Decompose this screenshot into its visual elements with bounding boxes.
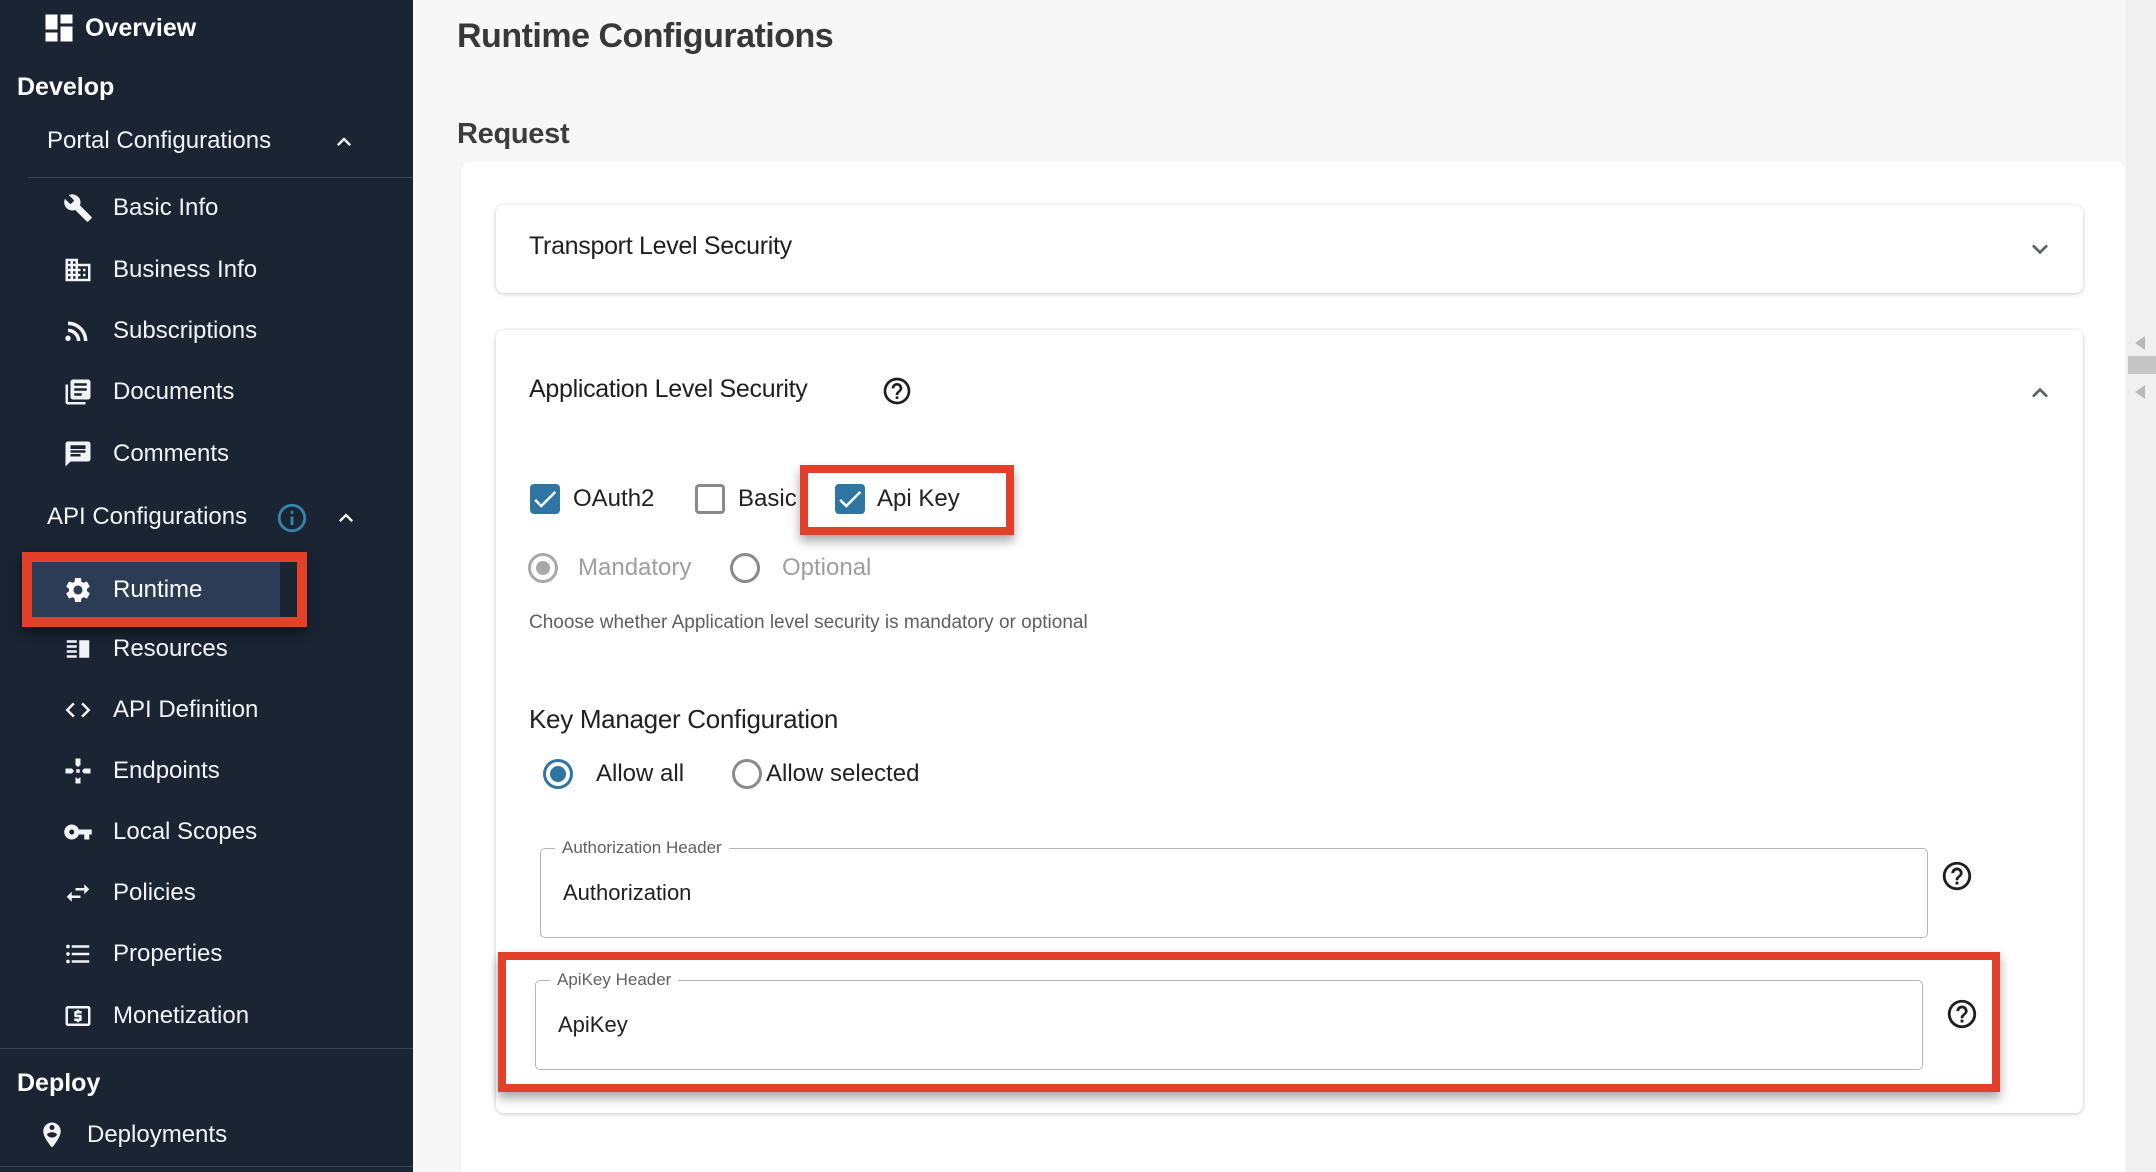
application-level-security-panel: Application Level Security OAuth2 Basic bbox=[496, 330, 2083, 1113]
help-icon[interactable] bbox=[1940, 859, 1974, 893]
portal-configurations-label: Portal Configurations bbox=[47, 127, 271, 155]
runtime-annotation-box: Runtime bbox=[22, 552, 307, 627]
chevron-up-icon[interactable] bbox=[330, 128, 358, 156]
code-icon bbox=[63, 695, 93, 725]
optional-radio[interactable] bbox=[730, 553, 760, 583]
sidebar-divider bbox=[28, 177, 413, 178]
sidebar-divider bbox=[0, 1048, 413, 1049]
basic-checkbox-label[interactable]: Basic bbox=[738, 484, 797, 514]
overview-label: Overview bbox=[85, 14, 196, 43]
sidebar-item-resources[interactable]: Resources bbox=[63, 632, 228, 666]
sidebar-item-business-info[interactable]: Business Info bbox=[63, 253, 257, 287]
request-card: Transport Level Security Application Lev… bbox=[461, 162, 2125, 1172]
mandatory-radio[interactable] bbox=[528, 553, 558, 583]
chevron-up-icon[interactable] bbox=[332, 504, 360, 532]
sidebar-item-local-scopes[interactable]: Local Scopes bbox=[63, 815, 257, 849]
key-icon bbox=[63, 817, 93, 847]
runtime-configurations-page: Overview Develop Portal Configurations B… bbox=[0, 0, 2156, 1172]
money-icon bbox=[63, 1001, 93, 1031]
application-panel-title: Application Level Security bbox=[529, 375, 807, 404]
optional-radio-label[interactable]: Optional bbox=[782, 553, 871, 583]
sidebar-group-portal-configurations[interactable]: Portal Configurations bbox=[0, 125, 413, 159]
sidebar-item-api-definition[interactable]: API Definition bbox=[63, 693, 258, 727]
allow-all-radio[interactable] bbox=[543, 759, 573, 789]
sidebar-item-documents[interactable]: Documents bbox=[63, 375, 234, 409]
request-section-heading: Request bbox=[457, 118, 569, 151]
building-icon bbox=[63, 255, 93, 285]
apikey-header-field-value[interactable]: ApiKey bbox=[558, 1012, 628, 1038]
sidebar-item-overview[interactable]: Overview bbox=[41, 6, 196, 50]
list-icon bbox=[63, 939, 93, 969]
person-pin-icon bbox=[37, 1120, 67, 1150]
sidebar-item-endpoints[interactable]: Endpoints bbox=[63, 754, 220, 788]
sidebar-item-deployments[interactable]: Deployments bbox=[37, 1118, 227, 1152]
info-icon[interactable] bbox=[275, 501, 309, 535]
key-manager-heading: Key Manager Configuration bbox=[529, 704, 838, 735]
api-key-checkbox-label[interactable]: Api Key bbox=[877, 484, 960, 514]
scroll-arrow-icon[interactable] bbox=[2135, 336, 2145, 350]
scrollbar[interactable] bbox=[2126, 0, 2156, 1172]
transport-level-security-panel[interactable]: Transport Level Security bbox=[496, 205, 2083, 293]
sidebar-item-comments[interactable]: Comments bbox=[63, 437, 229, 471]
sidebar-divider bbox=[0, 1166, 413, 1167]
oauth2-checkbox-label[interactable]: OAuth2 bbox=[573, 484, 654, 514]
sidebar-item-policies[interactable]: Policies bbox=[63, 876, 196, 910]
help-icon[interactable] bbox=[1945, 997, 1979, 1031]
sidebar-item-subscriptions[interactable]: Subscriptions bbox=[63, 314, 257, 348]
page-title: Runtime Configurations bbox=[457, 14, 833, 58]
scrollbar-thumb[interactable] bbox=[2128, 356, 2156, 374]
component-icon bbox=[63, 756, 93, 786]
allow-selected-radio-label[interactable]: Allow selected bbox=[766, 759, 919, 789]
chevron-down-icon[interactable] bbox=[2024, 233, 2056, 265]
api-key-checkbox[interactable] bbox=[835, 484, 865, 514]
authorization-header-field[interactable]: Authorization Header Authorization bbox=[540, 848, 1928, 938]
oauth2-checkbox[interactable] bbox=[530, 484, 560, 514]
apikey-header-field-label: ApiKey Header bbox=[550, 970, 678, 990]
sidebar-item-basic-info[interactable]: Basic Info bbox=[63, 191, 218, 225]
wrench-icon bbox=[63, 193, 93, 223]
sidebar-item-runtime[interactable]: Runtime bbox=[32, 562, 280, 617]
allow-all-radio-label[interactable]: Allow all bbox=[596, 759, 684, 789]
sidebar: Overview Develop Portal Configurations B… bbox=[0, 0, 413, 1172]
scroll-arrow-icon[interactable] bbox=[2135, 385, 2145, 399]
sidebar-group-api-configurations[interactable]: API Configurations bbox=[0, 501, 413, 535]
authorization-header-field-label: Authorization Header bbox=[555, 838, 729, 858]
basic-checkbox[interactable] bbox=[695, 484, 725, 514]
dashboard-icon bbox=[41, 10, 77, 46]
transport-panel-title: Transport Level Security bbox=[529, 232, 792, 261]
help-icon[interactable] bbox=[881, 375, 913, 407]
chevron-up-icon[interactable] bbox=[2024, 377, 2056, 409]
deploy-section-heading: Deploy bbox=[17, 1068, 100, 1098]
security-helper-text: Choose whether Application level securit… bbox=[529, 612, 1088, 634]
library-books-icon bbox=[63, 377, 93, 407]
sidebar-item-monetization[interactable]: Monetization bbox=[63, 999, 249, 1033]
chat-icon bbox=[63, 439, 93, 469]
rss-icon bbox=[63, 316, 93, 346]
develop-section-heading: Develop bbox=[17, 72, 114, 102]
authorization-header-field-value[interactable]: Authorization bbox=[563, 880, 691, 906]
allow-selected-radio[interactable] bbox=[732, 759, 762, 789]
mandatory-radio-label[interactable]: Mandatory bbox=[578, 553, 691, 583]
api-configurations-label: API Configurations bbox=[47, 503, 247, 531]
vertical-split-icon bbox=[63, 634, 93, 664]
gear-icon bbox=[63, 575, 93, 605]
main-content: Runtime Configurations Request Transport… bbox=[413, 0, 2156, 1172]
apikey-header-field[interactable]: ApiKey Header ApiKey bbox=[535, 980, 1923, 1070]
sidebar-item-properties[interactable]: Properties bbox=[63, 937, 222, 971]
swap-horizontal-icon bbox=[63, 878, 93, 908]
